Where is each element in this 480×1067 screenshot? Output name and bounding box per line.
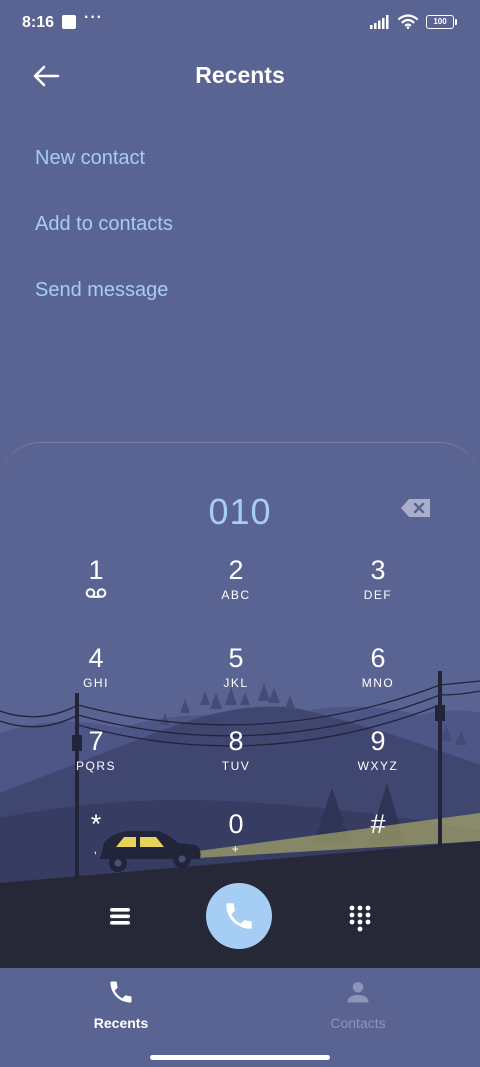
home-indicator[interactable] [150, 1055, 330, 1060]
tab-contacts[interactable]: Contacts [298, 978, 418, 1031]
menu-icon [110, 908, 130, 925]
key-digit: 6 [370, 643, 386, 673]
notification-icon [62, 15, 76, 29]
key-digit: 8 [228, 726, 244, 756]
key-4[interactable]: 4 GHI [36, 643, 156, 713]
key-8[interactable]: 8 TUV [176, 726, 296, 796]
key-digit: 9 [370, 726, 386, 756]
key-7[interactable]: 7 PQRS [36, 726, 156, 796]
key-hash[interactable]: # [318, 809, 438, 879]
key-1[interactable]: 1 [36, 555, 156, 625]
key-letters: TUV [221, 759, 251, 773]
add-to-contacts-link[interactable]: Add to contacts [35, 213, 173, 236]
key-0[interactable]: 0 + [176, 809, 296, 879]
signal-icon [370, 14, 389, 29]
tab-contacts-label: Contacts [330, 1015, 386, 1031]
key-digit: 3 [370, 555, 386, 585]
key-2[interactable]: 2 ABC [176, 555, 296, 625]
new-contact-link[interactable]: New contact [35, 147, 145, 170]
key-letters: , [93, 842, 99, 856]
header: Recents [0, 46, 480, 110]
key-letters: + [231, 842, 241, 856]
status-time: 8:16 [22, 14, 55, 31]
dialer-actions [0, 880, 480, 968]
key-letters: JKL [223, 676, 249, 690]
keypad-toggle-button[interactable] [347, 904, 373, 932]
tab-recents-label: Recents [93, 1015, 149, 1031]
key-digit: # [370, 809, 386, 839]
key-digit: 5 [228, 643, 244, 673]
more-notifications-indicator: ··· [84, 9, 103, 26]
phone-icon [226, 903, 252, 929]
battery-icon: 100 [426, 14, 457, 29]
key-digit: 0 [228, 809, 244, 839]
call-button[interactable] [206, 883, 272, 949]
tab-recents[interactable]: Recents [61, 978, 181, 1031]
key-digit: 7 [88, 726, 104, 756]
page-title: Recents [195, 62, 285, 88]
voicemail-icon [85, 588, 107, 598]
status-bar: 8:16 ··· 100 [0, 0, 480, 46]
key-digit: 4 [88, 643, 104, 673]
key-letters: ABC [221, 588, 251, 602]
key-letters: GHI [83, 676, 109, 690]
key-6[interactable]: 6 MNO [318, 643, 438, 713]
key-digit: 1 [88, 555, 104, 585]
key-digit: 2 [228, 555, 244, 585]
key-star[interactable]: * , [36, 809, 156, 879]
status-icons: 100 [370, 14, 457, 29]
send-message-link[interactable]: Send message [35, 279, 168, 302]
backspace-icon [401, 499, 430, 517]
person-icon [347, 982, 369, 1003]
key-digit: * [90, 809, 102, 839]
bottom-navigation: Recents Contacts [0, 968, 480, 1067]
dialpad-icon [349, 905, 371, 932]
wifi-icon [398, 14, 418, 29]
phone-icon [110, 981, 132, 1003]
key-3[interactable]: 3 DEF [318, 555, 438, 625]
key-5[interactable]: 5 JKL [176, 643, 296, 713]
key-letters: WXYZ [357, 759, 399, 773]
key-letters: DEF [363, 588, 393, 602]
key-9[interactable]: 9 WXYZ [318, 726, 438, 796]
backspace-button[interactable] [400, 497, 432, 519]
menu-button[interactable] [107, 902, 135, 930]
key-letters: MNO [361, 676, 395, 690]
key-letters: PQRS [75, 759, 116, 773]
